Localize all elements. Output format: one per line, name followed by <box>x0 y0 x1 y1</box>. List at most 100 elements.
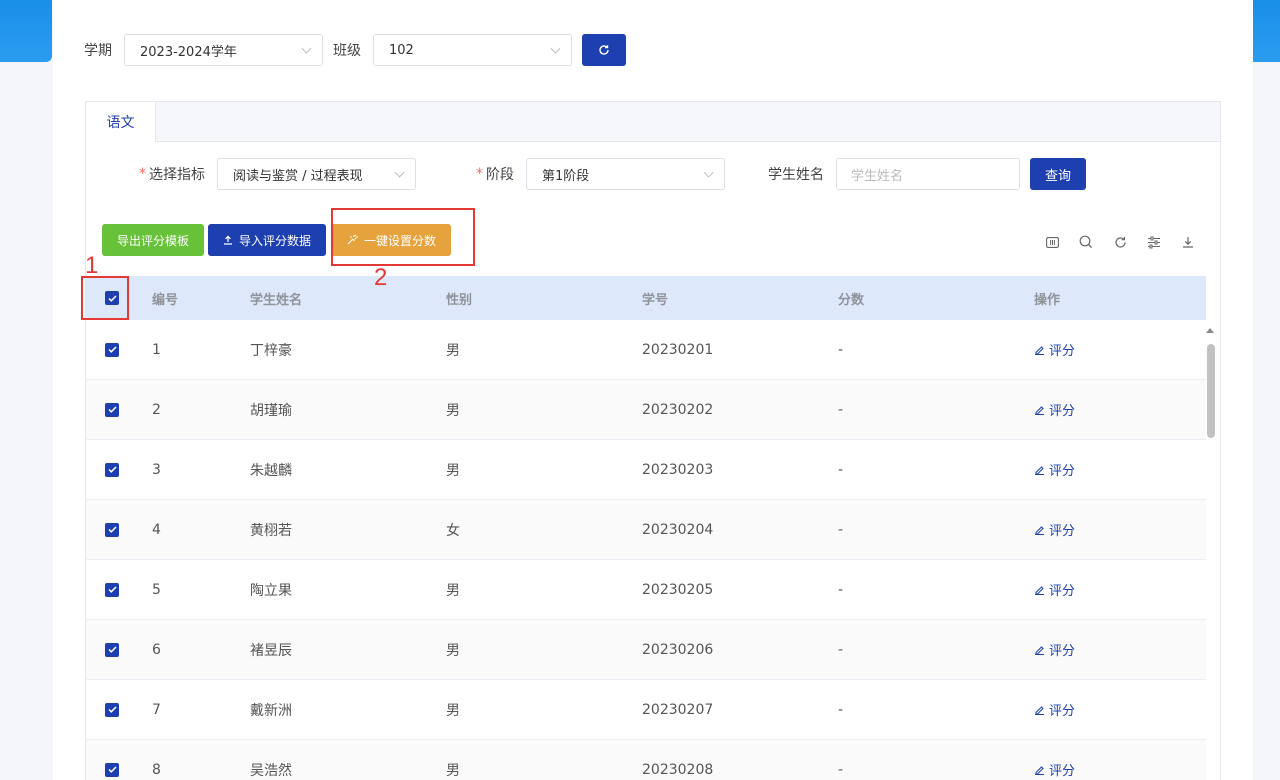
table-tools <box>1044 234 1196 250</box>
refresh-button[interactable] <box>582 34 626 66</box>
export-template-button[interactable]: 导出评分模板 <box>102 224 205 256</box>
table-scrollbar[interactable] <box>1204 328 1216 780</box>
indicator-select-value: 阅读与鉴赏 / 过程表现 <box>233 168 363 184</box>
cell-id: 4 <box>152 521 161 538</box>
student-name-input[interactable]: 学生姓名 <box>836 158 1020 190</box>
check-icon <box>107 706 117 713</box>
download-icon[interactable] <box>1180 234 1196 250</box>
stage-select-value: 第1阶段 <box>542 168 590 184</box>
edit-icon <box>1035 646 1044 655</box>
indicator-select[interactable]: 阅读与鉴赏 / 过程表现 <box>217 158 416 190</box>
scroll-up-icon[interactable] <box>1206 328 1214 333</box>
cell-gender: 男 <box>446 582 460 599</box>
edit-icon <box>1035 526 1044 535</box>
score-action-link[interactable]: 评分 <box>1034 520 1206 539</box>
chevron-down-icon <box>550 43 561 54</box>
header-score[interactable]: 分数 <box>826 289 1022 308</box>
subject-card: 语文 * 选择指标 阅读与鉴赏 / 过程表现 * 阶段 第1阶段 学生姓名 学生… <box>85 101 1221 780</box>
score-action-link[interactable]: 评分 <box>1034 340 1206 359</box>
cell-gender: 女 <box>446 522 460 539</box>
score-action-link[interactable]: 评分 <box>1034 760 1206 779</box>
refresh-icon[interactable] <box>1112 234 1128 250</box>
cell-student-no: 20230203 <box>642 461 714 478</box>
term-label: 学期 <box>84 43 112 59</box>
row-checkbox[interactable] <box>105 402 119 417</box>
cell-id: 5 <box>152 581 161 598</box>
cell-student-no: 20230208 <box>642 761 714 778</box>
cell-score: - <box>838 521 844 538</box>
score-action-label: 评分 <box>1049 464 1076 479</box>
cell-score: - <box>838 641 844 658</box>
cell-name: 褚昱辰 <box>250 642 292 659</box>
check-icon <box>107 526 117 533</box>
term-select[interactable]: 2023-2024学年 <box>124 34 323 66</box>
score-action-label: 评分 <box>1049 764 1076 779</box>
filter-icon[interactable] <box>1146 234 1162 250</box>
class-select[interactable]: 102 <box>373 34 572 66</box>
score-action-label: 评分 <box>1049 524 1076 539</box>
cell-score: - <box>838 461 844 478</box>
indicator-label: 选择指标 <box>149 167 205 183</box>
chevron-down-icon <box>394 167 405 178</box>
header-name[interactable]: 学生姓名 <box>238 289 434 308</box>
import-score-button[interactable]: 导入评分数据 <box>208 224 327 256</box>
table-row: 7 戴新洲 男 20230207 - 评分 <box>86 680 1206 740</box>
score-action-link[interactable]: 评分 <box>1034 640 1206 659</box>
cell-id: 7 <box>152 701 161 718</box>
cell-score: - <box>838 581 844 598</box>
cell-gender: 男 <box>446 342 460 359</box>
cell-id: 3 <box>152 461 161 478</box>
table-row: 3 朱越麟 男 20230203 - 评分 <box>86 440 1206 500</box>
score-action-label: 评分 <box>1049 344 1076 359</box>
check-icon <box>107 586 117 593</box>
chevron-down-icon <box>301 43 312 54</box>
cell-name: 黄栩若 <box>250 522 292 539</box>
stage-select[interactable]: 第1阶段 <box>526 158 725 190</box>
stage-label: 阶段 <box>486 167 514 183</box>
header-action: 操作 <box>1034 292 1061 308</box>
search-icon[interactable] <box>1078 234 1094 250</box>
header-id[interactable]: 编号 <box>138 289 238 308</box>
cell-name: 吴浩然 <box>250 762 292 779</box>
cell-id: 8 <box>152 761 161 778</box>
decor-left <box>0 0 52 62</box>
tab-chinese[interactable]: 语文 <box>86 102 156 143</box>
score-action-link[interactable]: 评分 <box>1034 700 1206 719</box>
cell-name: 陶立果 <box>250 582 292 599</box>
table-row: 6 褚昱辰 男 20230206 - 评分 <box>86 620 1206 680</box>
columns-icon[interactable] <box>1044 234 1060 250</box>
row-checkbox[interactable] <box>105 462 119 477</box>
score-action-link[interactable]: 评分 <box>1034 580 1206 599</box>
cell-gender: 男 <box>446 402 460 419</box>
row-checkbox[interactable] <box>105 522 119 537</box>
table-row: 5 陶立果 男 20230205 - 评分 <box>86 560 1206 620</box>
stage-filter: * 阶段 第1阶段 <box>476 158 725 190</box>
edit-icon <box>1035 706 1044 715</box>
row-checkbox[interactable] <box>105 582 119 597</box>
scroll-thumb[interactable] <box>1207 344 1215 438</box>
score-action-link[interactable]: 评分 <box>1034 460 1206 479</box>
row-checkbox[interactable] <box>105 642 119 657</box>
row-checkbox[interactable] <box>105 762 119 777</box>
row-checkbox[interactable] <box>105 342 119 357</box>
term-class-bar: 学期 2023-2024学年 班级 102 <box>84 34 626 66</box>
header-student-no[interactable]: 学号 <box>630 289 826 308</box>
check-icon <box>107 406 117 413</box>
edit-icon <box>1035 766 1044 775</box>
row-checkbox[interactable] <box>105 702 119 717</box>
cell-id: 2 <box>152 401 161 418</box>
query-button[interactable]: 查询 <box>1030 158 1086 190</box>
cell-name: 朱越麟 <box>250 462 292 479</box>
score-action-label: 评分 <box>1049 704 1076 719</box>
page: 学期 2023-2024学年 班级 102 语文 * 选择指标 阅读与鉴赏 / … <box>53 0 1253 780</box>
cell-score: - <box>838 761 844 778</box>
class-select-value: 102 <box>389 42 414 58</box>
check-icon <box>107 346 117 353</box>
table-header: 编号 学生姓名 性别 学号 分数 操作 <box>86 276 1206 320</box>
cell-name: 胡瑾瑜 <box>250 402 292 419</box>
decor-right <box>1252 0 1280 62</box>
score-action-link[interactable]: 评分 <box>1034 400 1206 419</box>
score-action-label: 评分 <box>1049 644 1076 659</box>
header-gender[interactable]: 性别 <box>434 289 630 308</box>
annotation-label-2: 2 <box>374 264 388 291</box>
